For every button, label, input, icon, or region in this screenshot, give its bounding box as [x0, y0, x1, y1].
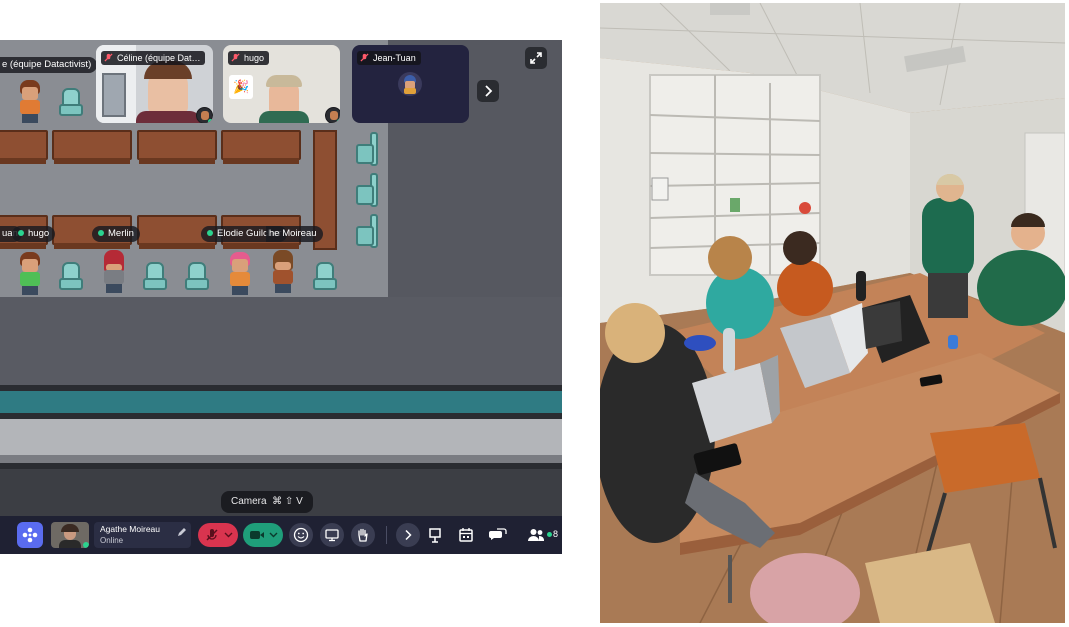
chevron-down-icon: [269, 532, 278, 538]
chat-icon[interactable]: [486, 523, 510, 547]
chair: [143, 262, 167, 294]
avatar: [196, 107, 213, 123]
map-name-tag: he Moireau: [266, 226, 323, 242]
raise-hand-button[interactable]: [351, 523, 375, 547]
hand-icon: [358, 528, 368, 542]
map-wall: [0, 297, 562, 385]
video-tile[interactable]: Jean-Tuan: [352, 45, 469, 123]
camera-tooltip: Camera ⌘ ⇧ V: [221, 491, 313, 513]
calendar-icon[interactable]: [454, 523, 478, 547]
chair: [59, 262, 83, 294]
chevron-right-icon: [485, 85, 493, 97]
video-tile[interactable]: 🎉 hugo: [223, 45, 340, 123]
desk: [221, 130, 301, 164]
avatar-sprite[interactable]: [17, 80, 43, 124]
chair: [356, 214, 378, 248]
meeting-photo-illustration: [600, 3, 1065, 623]
camera-icon: [250, 531, 264, 539]
emoji-button[interactable]: [289, 523, 313, 547]
mic-toggle-button[interactable]: [198, 523, 238, 547]
profile-card[interactable]: Agathe Moireau Online: [94, 522, 191, 548]
toolbar-divider: [386, 526, 387, 544]
map-name-tag: e (équipe Datactivist): [0, 57, 98, 73]
bottom-toolbar: Agathe Moireau Online 8: [0, 516, 562, 554]
map-corridor: [0, 391, 562, 413]
profile-status: Online: [100, 536, 124, 545]
participant-count: 8: [553, 529, 559, 539]
map-name-tag: Merlin: [92, 226, 140, 242]
desk: [0, 130, 48, 164]
gather-logo-button[interactable]: [17, 522, 43, 548]
avatar-sprite[interactable]: [227, 252, 253, 296]
map-corridor: [0, 419, 562, 455]
desk: [137, 130, 217, 164]
mic-off-icon: [104, 53, 113, 62]
pencil-icon[interactable]: [177, 527, 187, 537]
avatar: [325, 107, 340, 123]
gather-logo-icon: [22, 527, 38, 543]
chair: [356, 132, 378, 166]
tile-name-label: Jean-Tuan: [357, 51, 421, 65]
screen-share-icon: [325, 529, 339, 542]
chair: [59, 88, 83, 120]
chevron-right-icon: [405, 529, 412, 541]
camera-toggle-button[interactable]: [243, 523, 283, 547]
mic-off-icon: [231, 53, 240, 62]
profile-name: Agathe Moireau: [100, 524, 161, 534]
tile-name-label: hugo: [228, 51, 270, 65]
desk: [52, 130, 132, 164]
avatar: [398, 72, 422, 96]
avatar-sprite[interactable]: [101, 250, 127, 294]
screen-share-button[interactable]: [320, 523, 344, 547]
mic-off-icon: [206, 529, 218, 541]
chevron-down-icon: [224, 532, 233, 538]
meeting-photo: [600, 3, 1065, 623]
expand-toolbar-button[interactable]: [396, 523, 420, 547]
next-tiles-button[interactable]: [477, 80, 499, 102]
avatar-sprite[interactable]: [17, 252, 43, 296]
chair: [313, 262, 337, 294]
video-tile[interactable]: Céline (équipe Dat…: [96, 45, 213, 123]
composite-screenshot: e (équipe Datactivist) uan hugo Merlin E…: [0, 0, 1069, 627]
self-video-thumbnail[interactable]: [51, 522, 89, 548]
party-icon: 🎉: [233, 79, 250, 94]
mic-off-icon: [360, 53, 369, 62]
building-icon[interactable]: [423, 523, 447, 547]
map-wall: [0, 455, 562, 463]
tile-name-label: Céline (équipe Dat…: [101, 51, 205, 65]
participants-icon[interactable]: [524, 523, 548, 547]
chair: [356, 173, 378, 207]
expand-icon: [530, 52, 542, 64]
online-dot: [547, 532, 552, 537]
map-name-tag: hugo: [12, 226, 56, 242]
avatar-sprite[interactable]: [270, 250, 296, 294]
gather-virtual-office: e (équipe Datactivist) uan hugo Merlin E…: [0, 40, 562, 554]
emoji-icon: [293, 527, 309, 543]
expand-button[interactable]: [525, 47, 547, 69]
chair: [185, 262, 209, 294]
